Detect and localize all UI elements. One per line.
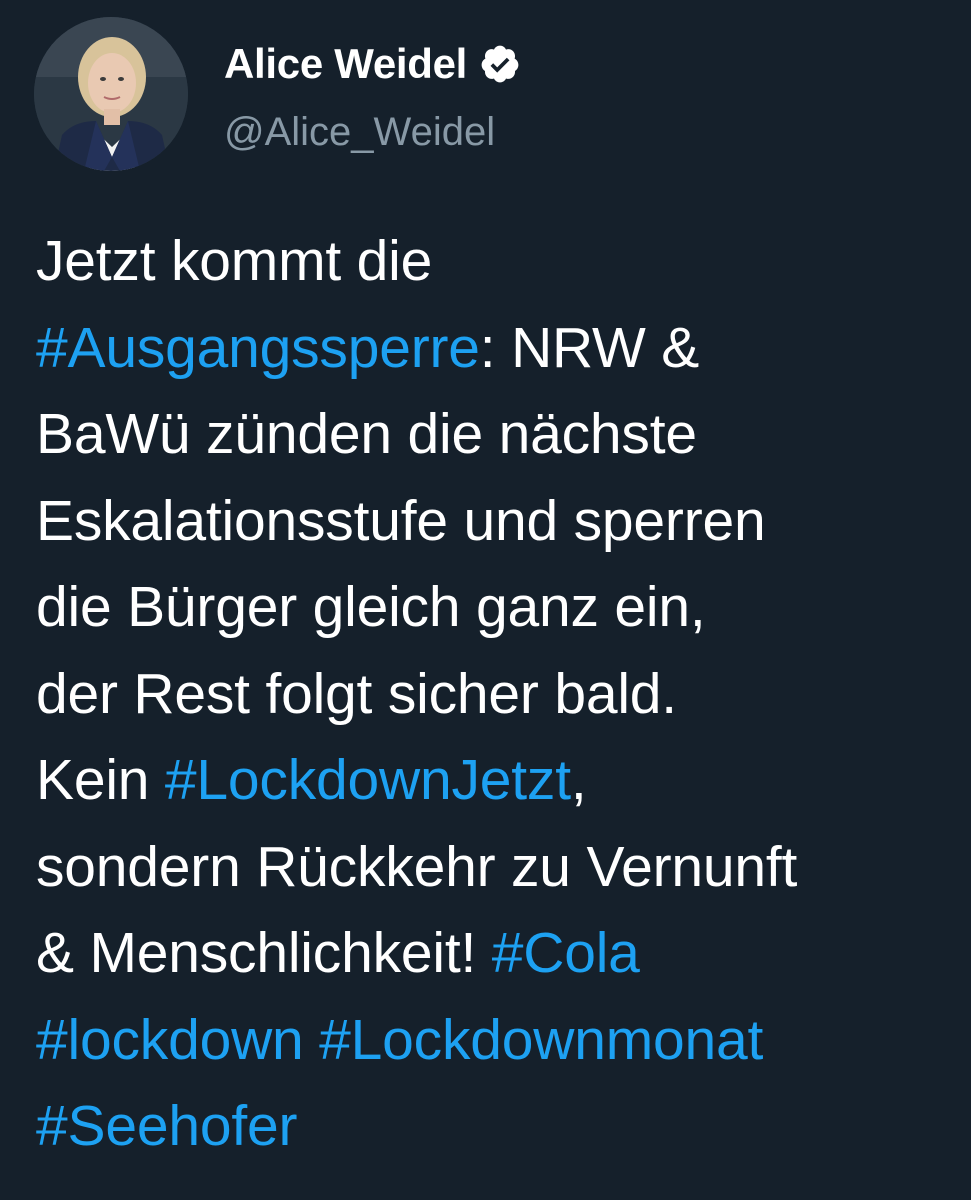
tweet-text-segment: die Bürger gleich ganz ein, [36, 575, 706, 639]
tweet-text-line: #lockdown #Lockdownmonat [36, 997, 966, 1084]
tweet-text-line: Kein #LockdownJetzt, [36, 737, 966, 824]
tweet-text-segment: der Rest folgt sicher bald. [36, 661, 677, 726]
display-name[interactable]: Alice Weidel [224, 39, 467, 89]
tweet-text-line: #Seehofer [36, 1083, 966, 1170]
hashtag-link[interactable]: #Lockdownmonat [319, 1008, 763, 1072]
tweet-text-segment: Eskalationsstufe und sperren [36, 488, 766, 553]
tweet-text-segment [304, 1008, 320, 1072]
tweet-text-line: BaWü zünden die nächste [36, 391, 966, 478]
hashtag-link[interactable]: #Cola [492, 921, 640, 985]
tweet-text-segment: BaWü zünden die nächste [36, 402, 697, 466]
hashtag-link[interactable]: #lockdown [36, 1008, 304, 1072]
tweet-text: Jetzt kommt die #Ausgangssperre: NRW & BaW… [36, 218, 966, 1170]
tweet-text-segment: Kein [36, 748, 165, 812]
name-row: Alice Weidel [224, 39, 521, 89]
verified-badge-icon [479, 43, 521, 85]
avatar[interactable] [34, 17, 188, 171]
tweet-text-segment: : NRW & [479, 315, 700, 380]
tweet-text-line: der Rest folgt sicher bald. [36, 651, 966, 738]
tweet-text-line: Jetzt kommt die [36, 218, 966, 305]
tweet-text-line: #Ausgangssperre: NRW & [36, 305, 966, 392]
tweet-text-line: die Bürger gleich ganz ein, [36, 564, 966, 651]
avatar-photo-icon [34, 17, 188, 171]
tweet-text-segment: , [570, 748, 587, 812]
tweet-header: Alice Weidel @Alice_Weidel [34, 17, 934, 177]
hashtag-link[interactable]: #LockdownJetzt [165, 748, 571, 812]
tweet-card: Alice Weidel @Alice_Weidel Jetzt kommt d… [0, 0, 971, 1200]
tweet-text-segment: Jetzt kommt die [36, 229, 433, 293]
tweet-text-line: Eskalationsstufe und sperren [36, 478, 966, 565]
user-handle[interactable]: @Alice_Weidel [224, 107, 495, 157]
tweet-text-line: & Menschlichkeit! #Cola [36, 910, 966, 997]
hashtag-link[interactable]: #Ausgangssperre [36, 316, 480, 380]
hashtag-link[interactable]: #Seehofer [36, 1094, 297, 1158]
tweet-text-line: sondern Rückkehr zu Vernunft [36, 824, 966, 911]
tweet-text-segment: sondern Rückkehr zu Vernunft [36, 834, 798, 899]
tweet-text-segment: & Menschlichkeit! [36, 921, 492, 985]
